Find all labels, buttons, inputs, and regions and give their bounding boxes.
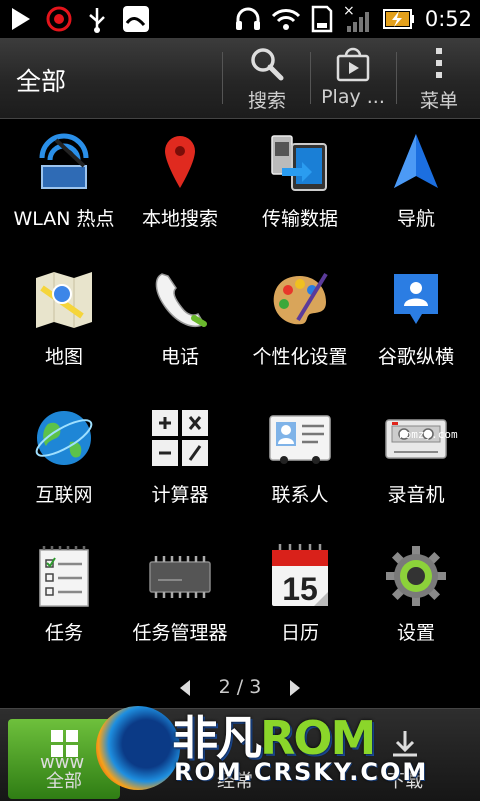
app-label: 地图: [44, 346, 83, 368]
app-calculator[interactable]: 计算器: [120, 394, 240, 532]
app-label: 录音机: [387, 484, 445, 506]
overlay-watermark-text: romzj.com: [398, 428, 458, 441]
search-icon: [251, 48, 284, 81]
page-indicator: 2 / 3: [0, 672, 480, 702]
app-label: WLAN 热点: [13, 208, 115, 230]
watermark-brand-cn: 非凡: [172, 711, 262, 765]
internet-icon: [35, 411, 93, 465]
watermark-brand-rom: ROM: [260, 711, 376, 765]
battery-charging-icon: [382, 9, 414, 29]
play-store-label: Play ...: [321, 86, 385, 108]
action-bar: 全部 搜索 Play ... 菜单: [0, 38, 480, 119]
app-label: 谷歌纵横: [377, 346, 454, 368]
overflow-menu-icon: [436, 48, 442, 78]
contacts-icon: [269, 415, 331, 464]
app-task-manager[interactable]: 任务管理器: [120, 532, 240, 670]
status-bar: × 0:52: [0, 0, 480, 38]
calculator-icon: [152, 410, 208, 466]
app-label: 本地搜索: [141, 208, 218, 230]
wifi-icon: [271, 9, 300, 30]
app-transfer-data[interactable]: 传输数据: [240, 118, 360, 256]
navigation-icon: [394, 134, 438, 188]
divider: [222, 52, 223, 104]
mail-icon: [123, 6, 149, 32]
app-label: 电话: [160, 346, 199, 368]
app-latitude[interactable]: 谷歌纵横: [356, 256, 476, 394]
app-tasks[interactable]: 任务: [4, 532, 124, 670]
previous-page-icon[interactable]: [178, 678, 192, 698]
phone-icon: [155, 273, 207, 328]
watermark-url: ROM.CRSKY.COM: [174, 758, 429, 786]
search-button[interactable]: 搜索: [224, 38, 310, 118]
local-search-icon: [165, 136, 195, 188]
app-internet[interactable]: 互联网: [4, 394, 124, 532]
sd-card-icon: [311, 5, 333, 33]
tasks-icon: [39, 546, 89, 607]
app-label: 任务: [44, 622, 83, 644]
app-label: 设置: [396, 622, 435, 644]
app-label: 导航: [396, 208, 435, 230]
signal-icon: ×: [343, 4, 369, 32]
calendar-icon: 15: [272, 544, 328, 607]
watermark-logo: [96, 706, 180, 790]
app-maps[interactable]: 地图: [4, 256, 124, 394]
app-wlan-hotspot[interactable]: WLAN 热点: [4, 118, 124, 256]
search-label: 搜索: [247, 90, 286, 112]
app-label: 计算器: [151, 484, 209, 506]
app-personalize[interactable]: 个性化设置: [240, 256, 360, 394]
play-store-button[interactable]: Play ...: [310, 38, 396, 118]
usb-icon: [89, 8, 105, 33]
app-label: 任务管理器: [132, 622, 228, 644]
latitude-icon: [394, 274, 438, 324]
calendar-day: 15: [282, 571, 318, 607]
app-label: 互联网: [35, 484, 93, 506]
app-calendar[interactable]: 15 日历: [240, 532, 360, 670]
task-manager-icon: [149, 556, 211, 598]
next-page-icon[interactable]: [288, 678, 302, 698]
play-store-icon: [336, 47, 370, 82]
svg-text:×: ×: [343, 4, 355, 19]
headphones-icon: [235, 7, 260, 30]
personalize-icon: [273, 272, 328, 325]
app-navigation[interactable]: 导航: [356, 118, 476, 256]
play-icon: [12, 8, 30, 30]
page-title: 全部: [16, 67, 67, 96]
site-watermark: www 非凡ROM ROM.CRSKY.COM: [40, 700, 426, 800]
wlan-hotspot-icon: [39, 133, 89, 189]
menu-button[interactable]: 菜单: [396, 38, 480, 118]
settings-icon: [386, 546, 446, 606]
app-local-search[interactable]: 本地搜索: [120, 118, 240, 256]
app-settings[interactable]: 设置: [356, 532, 476, 670]
page-number: 2 / 3: [218, 676, 262, 698]
watermark-side-text: www: [40, 752, 85, 773]
clock: 0:52: [424, 7, 472, 31]
app-contacts[interactable]: 联系人: [240, 394, 360, 532]
app-recorder[interactable]: 录音机: [356, 394, 476, 532]
app-label: 传输数据: [261, 208, 338, 230]
beats-icon: [46, 6, 72, 32]
app-label: 日历: [280, 622, 319, 644]
maps-icon: [36, 272, 92, 328]
transfer-data-icon: [271, 135, 327, 191]
app-label: 个性化设置: [252, 346, 348, 368]
app-label: 联系人: [271, 484, 329, 506]
menu-label: 菜单: [419, 90, 458, 112]
app-phone[interactable]: 电话: [120, 256, 240, 394]
